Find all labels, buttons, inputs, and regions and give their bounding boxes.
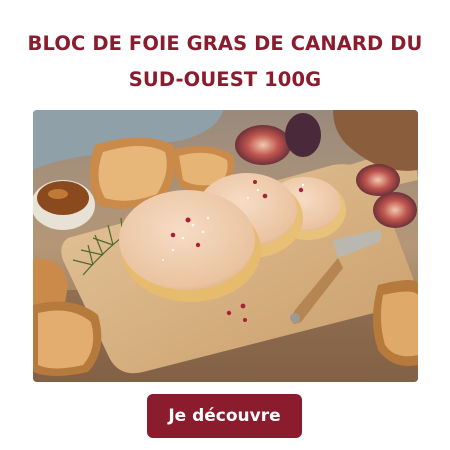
product-title-line-1: BLOC DE FOIE GRAS DE CANARD DU [27, 32, 423, 55]
product-photo [33, 110, 418, 382]
jam-bowl [33, 180, 95, 230]
product-title-line-2: SUD-OUEST 100G [128, 68, 322, 91]
product-title: BLOC DE FOIE GRAS DE CANARD DU SUD-OUEST… [0, 26, 450, 98]
discover-button[interactable]: Je découvre [147, 394, 302, 438]
product-card: BLOC DE FOIE GRAS DE CANARD DU SUD-OUEST… [0, 0, 450, 450]
